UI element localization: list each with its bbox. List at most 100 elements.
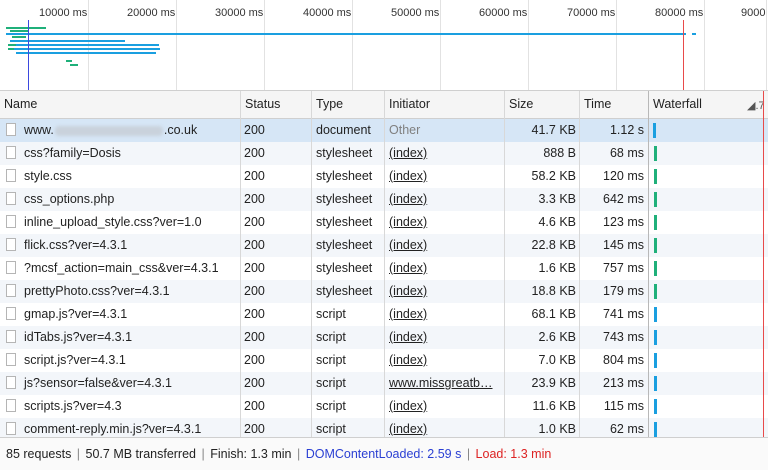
request-initiator[interactable]: (index) bbox=[385, 165, 504, 188]
request-status: 200 bbox=[244, 284, 265, 298]
request-initiator[interactable]: (index) bbox=[385, 349, 504, 372]
request-initiator[interactable]: (index) bbox=[385, 142, 504, 165]
tick-label: 30000 ms bbox=[215, 7, 264, 19]
overview-bar bbox=[14, 48, 160, 50]
waterfall-bar[interactable] bbox=[654, 376, 657, 391]
request-initiator[interactable]: www.missgreatb… bbox=[385, 372, 504, 395]
waterfall-bar[interactable] bbox=[654, 169, 657, 184]
request-status: 200 bbox=[244, 399, 265, 413]
tick-70000: 70000 ms bbox=[567, 0, 617, 90]
request-size: 1.6 KB bbox=[538, 261, 576, 275]
request-type: document bbox=[316, 123, 371, 137]
request-time: 145 ms bbox=[603, 238, 644, 252]
request-type: script bbox=[316, 353, 346, 367]
request-status: 200 bbox=[244, 192, 265, 206]
request-name[interactable]: idTabs.js?ver=4.3.1 bbox=[0, 326, 240, 349]
request-status: 200 bbox=[244, 146, 265, 160]
request-initiator[interactable]: (index) bbox=[385, 326, 504, 349]
waterfall-bar[interactable] bbox=[654, 146, 657, 161]
column-divider[interactable] bbox=[579, 91, 580, 437]
tick-label: 70000 ms bbox=[567, 7, 616, 19]
column-header-status[interactable]: Status bbox=[241, 91, 311, 118]
request-name[interactable]: script.js?ver=4.3.1 bbox=[0, 349, 240, 372]
waterfall-bar[interactable] bbox=[654, 261, 657, 276]
overview-domcontentloaded-line bbox=[28, 20, 29, 90]
overview-bar bbox=[8, 44, 16, 46]
waterfall-bar[interactable] bbox=[654, 399, 657, 414]
request-initiator[interactable]: (index) bbox=[385, 280, 504, 303]
waterfall-bar[interactable] bbox=[654, 284, 657, 299]
load-time: Load: 1.3 min bbox=[475, 447, 552, 461]
request-initiator[interactable]: (index) bbox=[385, 211, 504, 234]
column-header-waterfall[interactable]: Waterfall bbox=[649, 91, 739, 118]
request-initiator[interactable]: (index) bbox=[385, 234, 504, 257]
request-name-suffix: .co.uk bbox=[163, 123, 198, 137]
column-divider[interactable] bbox=[384, 91, 385, 437]
request-time: 123 ms bbox=[603, 215, 644, 229]
tick-label: 20000 ms bbox=[127, 7, 176, 19]
request-size: 888 B bbox=[543, 146, 576, 160]
column-divider[interactable] bbox=[504, 91, 505, 437]
tick-60000: 60000 ms bbox=[479, 0, 529, 90]
request-time: 757 ms bbox=[603, 261, 644, 275]
overview-bar bbox=[10, 30, 28, 32]
request-type: stylesheet bbox=[316, 146, 373, 160]
request-status: 200 bbox=[244, 330, 265, 344]
request-name[interactable]: css_options.php bbox=[0, 188, 240, 211]
overview-bar bbox=[66, 60, 72, 62]
waterfall-bar[interactable] bbox=[654, 422, 657, 437]
request-time: 804 ms bbox=[603, 353, 644, 367]
request-type: stylesheet bbox=[316, 284, 373, 298]
overview-timeline[interactable]: 10000 ms 20000 ms 30000 ms 40000 ms 5000… bbox=[0, 0, 768, 91]
request-name[interactable]: inline_upload_style.css?ver=1.0 bbox=[0, 211, 240, 234]
waterfall-bar[interactable] bbox=[654, 307, 657, 322]
request-type: stylesheet bbox=[316, 192, 373, 206]
request-status: 200 bbox=[244, 123, 265, 137]
request-initiator[interactable]: (index) bbox=[385, 257, 504, 280]
waterfall-bar[interactable] bbox=[653, 123, 656, 138]
request-name[interactable]: scripts.js?ver=4.3 bbox=[0, 395, 240, 418]
request-name[interactable]: prettyPhoto.css?ver=4.3.1 bbox=[0, 280, 240, 303]
request-size: 7.0 KB bbox=[538, 353, 576, 367]
transferred-size: 50.7 MB transferred bbox=[85, 447, 196, 461]
waterfall-bar[interactable] bbox=[654, 238, 657, 253]
request-name[interactable]: gmap.js?ver=4.3.1 bbox=[0, 303, 240, 326]
request-name[interactable]: style.css bbox=[0, 165, 240, 188]
request-size: 58.2 KB bbox=[531, 169, 576, 183]
overview-bar bbox=[6, 33, 686, 35]
request-name[interactable]: ?mcsf_action=main_css&ver=4.3.1 bbox=[0, 257, 240, 280]
request-time: 115 ms bbox=[603, 399, 644, 413]
request-initiator[interactable]: (index) bbox=[385, 303, 504, 326]
tick-80000: 80000 ms bbox=[655, 0, 705, 90]
column-header-time[interactable]: Time bbox=[580, 91, 648, 118]
column-header-initiator[interactable]: Initiator bbox=[385, 91, 504, 118]
request-time: 741 ms bbox=[603, 307, 644, 321]
request-time: 743 ms bbox=[603, 330, 644, 344]
request-initiator[interactable]: (index) bbox=[385, 188, 504, 211]
waterfall-bar[interactable] bbox=[654, 353, 657, 368]
column-divider[interactable] bbox=[311, 91, 312, 437]
request-size: 2.6 KB bbox=[538, 330, 576, 344]
column-header-type[interactable]: Type bbox=[312, 91, 384, 118]
request-type: script bbox=[316, 307, 346, 321]
request-name[interactable]: www. .co.uk bbox=[0, 119, 240, 142]
request-initiator[interactable]: (index) bbox=[385, 395, 504, 418]
waterfall-bar[interactable] bbox=[654, 330, 657, 345]
column-header-size[interactable]: Size bbox=[505, 91, 579, 118]
request-size: 3.3 KB bbox=[538, 192, 576, 206]
waterfall-bar[interactable] bbox=[654, 192, 657, 207]
request-name[interactable]: js?sensor=false&ver=4.3.1 bbox=[0, 372, 240, 395]
request-size: 41.7 KB bbox=[531, 123, 576, 137]
waterfall-bar[interactable] bbox=[654, 215, 657, 230]
request-name[interactable]: css?family=Dosis bbox=[0, 142, 240, 165]
column-header-name[interactable]: Name bbox=[0, 91, 240, 118]
column-divider[interactable] bbox=[240, 91, 241, 437]
column-divider[interactable] bbox=[648, 91, 649, 437]
tick-label: 50000 ms bbox=[391, 7, 440, 19]
request-type: stylesheet bbox=[316, 238, 373, 252]
overview-load-line bbox=[683, 20, 684, 90]
waterfall-sort-icon[interactable]: ◢.7 bbox=[747, 99, 765, 112]
request-name[interactable]: flick.css?ver=4.3.1 bbox=[0, 234, 240, 257]
request-initiator: Other bbox=[389, 123, 421, 137]
request-count: 85 requests bbox=[6, 447, 72, 461]
